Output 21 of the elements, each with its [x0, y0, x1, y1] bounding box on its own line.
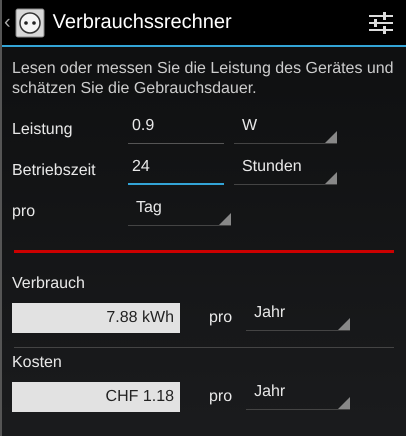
input-field[interactable]: 0.9 — [128, 114, 224, 144]
back-caret-icon[interactable]: ‹ — [4, 11, 11, 34]
field-label: pro — [12, 203, 36, 222]
intro-text: Lesen oder messen Sie die Leistung des Gerätes und schätzen Sie die Gebrauchsdauer. — [12, 59, 395, 99]
unit-dropdown[interactable]: Stunden — [234, 155, 337, 185]
result-label: Kosten — [12, 354, 63, 373]
settings-icon[interactable] — [368, 10, 394, 36]
unit-dropdown[interactable]: W — [234, 114, 337, 144]
field-label: Betriebszeit — [12, 162, 97, 181]
per-label: pro — [209, 309, 232, 327]
input-field[interactable]: 24 — [128, 155, 224, 185]
result-field: 7.88 kWh — [12, 303, 180, 333]
socket-icon[interactable] — [14, 8, 45, 38]
result-label: Verbrauch — [12, 275, 86, 294]
period-dropdown[interactable]: Tag — [128, 196, 231, 226]
result-field: CHF 1.18 — [12, 382, 180, 412]
per-label: pro — [209, 388, 232, 406]
period-dropdown[interactable]: Jahr — [246, 301, 350, 331]
field-label: Leistung — [12, 121, 74, 140]
app-title: Verbrauchssrechner — [52, 11, 233, 34]
period-dropdown[interactable]: Jahr — [246, 380, 350, 410]
